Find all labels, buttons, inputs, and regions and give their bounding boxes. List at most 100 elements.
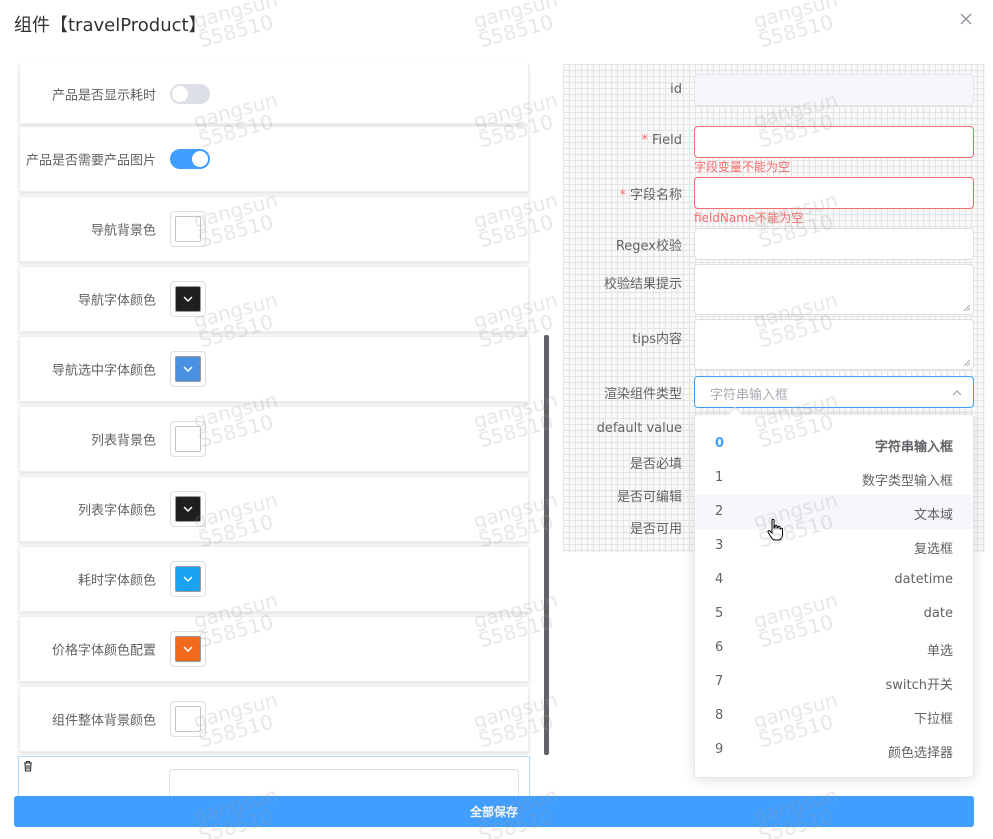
- setting-card-nav-selected-font: 导航选中字体颜色: [19, 336, 529, 402]
- tips-textarea[interactable]: [694, 319, 974, 370]
- editable-label: 是否可编辑: [616, 490, 682, 505]
- need-image-switch[interactable]: [170, 149, 210, 169]
- option-index: 6: [715, 640, 724, 655]
- trash-icon[interactable]: [22, 760, 34, 772]
- chevron-down-icon: [183, 576, 193, 583]
- option-name: 颜色选择器: [887, 746, 953, 761]
- dropdown-option[interactable]: 0 字符串输入框: [695, 427, 973, 461]
- option-index: 5: [715, 606, 724, 621]
- option-index: 1: [715, 470, 724, 485]
- field-label-text: Field: [651, 133, 682, 148]
- color-swatch: [175, 286, 201, 312]
- color-swatch: [175, 426, 201, 452]
- chevron-down-icon: [183, 506, 193, 513]
- field-name-error-text: fieldName不能为空: [694, 211, 804, 225]
- option-name: 文本域: [913, 508, 953, 523]
- field-input[interactable]: [694, 126, 974, 158]
- color-swatch: [175, 566, 201, 592]
- chevron-down-icon: [183, 366, 193, 373]
- setting-card-nav-bg: 导航背景色: [19, 196, 529, 262]
- render-type-placeholder: 字符串输入框: [710, 388, 789, 403]
- watermark: gangsun S58510: [470, 0, 561, 53]
- option-index: 0: [715, 436, 725, 451]
- nav-font-color-picker[interactable]: [170, 281, 206, 317]
- price-font-color-picker[interactable]: [170, 631, 206, 667]
- nav-selected-font-color-picker[interactable]: [170, 351, 206, 387]
- option-index: 8: [715, 708, 724, 723]
- nav-bg-color-picker[interactable]: [170, 211, 206, 247]
- setting-card-duration-font: 耗时字体颜色: [19, 546, 529, 612]
- save-all-button[interactable]: 全部保存: [14, 796, 974, 827]
- dialog-title: 组件【travelProduct】: [14, 15, 207, 36]
- dropdown-option[interactable]: 3 复选框: [695, 529, 973, 563]
- color-swatch: [175, 496, 201, 522]
- dropdown-option[interactable]: 8 下拉框: [695, 699, 973, 733]
- resize-grip-icon[interactable]: [963, 304, 971, 312]
- field-name-label: * 字段名称: [619, 188, 682, 203]
- chevron-up-icon: [952, 390, 962, 396]
- option-index: 7: [715, 674, 724, 689]
- setting-card-price-font: 价格字体颜色配置: [19, 616, 529, 682]
- dropdown-option[interactable]: 4 datetime: [695, 563, 973, 597]
- regex-label: Regex校验: [615, 239, 682, 254]
- render-type-dropdown: 0 字符串输入框 1 数字类型输入框 2 文本域 3 复选框 4 datetime 5 da…: [694, 406, 974, 778]
- resize-grip-icon[interactable]: [963, 359, 971, 367]
- option-name: date: [923, 606, 953, 621]
- setting-label: 组件整体背景颜色: [51, 713, 156, 729]
- component-bg-color-picker[interactable]: [170, 701, 206, 737]
- watermark: gangsun S58510: [750, 0, 841, 53]
- dropdown-option[interactable]: 9 颜色选择器: [695, 733, 973, 767]
- option-index: 4: [715, 572, 724, 587]
- option-name: datetime: [894, 572, 953, 587]
- close-icon[interactable]: [957, 10, 975, 28]
- regex-input[interactable]: [694, 228, 974, 260]
- list-font-color-picker[interactable]: [170, 491, 206, 527]
- render-type-label: 渲染组件类型: [603, 387, 682, 402]
- setting-label: 产品是否显示耗时: [51, 88, 156, 103]
- required-label: 是否必填: [629, 457, 682, 472]
- setting-label: 耗时字体颜色: [77, 573, 156, 589]
- chevron-down-icon: [183, 646, 193, 653]
- option-name: 数字类型输入框: [861, 474, 953, 489]
- option-index: 2: [715, 504, 724, 519]
- color-swatch: [175, 216, 201, 242]
- hand-cursor-icon: [767, 518, 783, 541]
- result-tip-label: 校验结果提示: [603, 277, 682, 292]
- option-name: 复选框: [913, 542, 953, 557]
- list-bg-color-picker[interactable]: [170, 421, 206, 457]
- id-input[interactable]: [694, 74, 974, 106]
- setting-card-nav-font: 导航字体颜色: [19, 266, 529, 332]
- dropdown-option[interactable]: 5 date: [695, 597, 973, 631]
- chevron-down-icon: [183, 296, 193, 303]
- option-name: 单选: [926, 644, 953, 659]
- id-label: id: [670, 82, 682, 97]
- field-label: * Field: [641, 133, 682, 148]
- setting-card-list-font: 列表字体颜色: [19, 476, 529, 542]
- setting-label: 产品是否需要产品图片: [25, 153, 156, 169]
- result-tip-textarea[interactable]: [694, 264, 974, 315]
- setting-label: 价格字体颜色配置: [51, 643, 156, 659]
- dropdown-option[interactable]: 2 文本域: [695, 495, 973, 529]
- color-swatch: [175, 706, 201, 732]
- dropdown-option[interactable]: 6 单选: [695, 631, 973, 665]
- dropdown-option[interactable]: 1 数字类型输入框: [695, 461, 973, 495]
- option-index: 9: [715, 742, 724, 757]
- field-name-label-text: 字段名称: [629, 188, 682, 203]
- scrollbar[interactable]: [544, 335, 549, 755]
- setting-label: 列表字体颜色: [77, 503, 156, 519]
- duration-font-color-picker[interactable]: [170, 561, 206, 597]
- setting-label: 导航字体颜色: [77, 293, 156, 309]
- option-name: 字符串输入框: [874, 440, 953, 455]
- dropdown-option[interactable]: 7 switch开关: [695, 665, 973, 699]
- setting-card-need-image: 产品是否需要产品图片: [19, 126, 529, 192]
- field-name-input[interactable]: [694, 177, 974, 209]
- tips-label: tips内容: [632, 332, 682, 347]
- setting-card-list-bg: 列表背景色: [19, 406, 529, 472]
- render-type-select[interactable]: 字符串输入框: [694, 376, 974, 408]
- setting-card-show-duration: 产品是否显示耗时: [19, 64, 529, 124]
- color-swatch: [175, 356, 201, 382]
- show-duration-switch[interactable]: [170, 83, 210, 104]
- color-swatch: [175, 636, 201, 662]
- enabled-label: 是否可用: [629, 522, 682, 537]
- option-name: 下拉框: [913, 712, 953, 727]
